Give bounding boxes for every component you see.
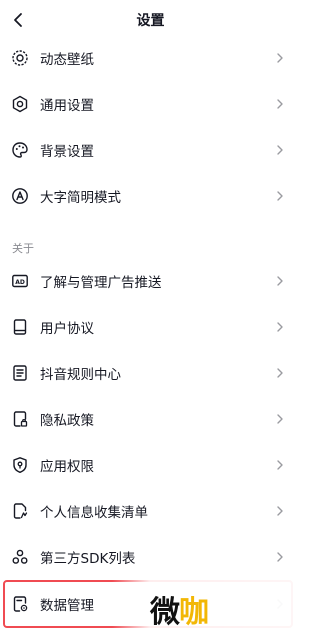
chevron-right-icon <box>273 412 287 426</box>
watermark-logo: 微咖 <box>150 587 209 631</box>
setting-label: 应用权限 <box>40 459 94 475</box>
data-manage-icon <box>11 595 29 613</box>
setting-general[interactable]: 通用设置 <box>0 81 301 127</box>
setting-label: 背景设置 <box>40 144 94 160</box>
setting-personal-info-list[interactable]: 个人信息收集清单 <box>0 488 301 534</box>
setting-label: 了解与管理广告推送 <box>40 275 162 291</box>
watermark-char-accent: 咖 <box>179 595 209 630</box>
info-doc-icon <box>11 502 29 520</box>
page-title: 设置 <box>136 13 165 29</box>
setting-label: 个人信息收集清单 <box>40 505 148 521</box>
top-bar: 设置 <box>0 0 301 40</box>
chevron-right-icon <box>273 366 287 380</box>
rules-doc-icon <box>11 364 29 382</box>
setting-label: 用户协议 <box>40 321 94 337</box>
setting-label: 抖音规则中心 <box>40 367 121 383</box>
sdk-icon <box>11 548 29 566</box>
setting-label: 数据管理 <box>40 598 94 614</box>
chevron-right-icon <box>273 550 287 564</box>
ad-icon: AD <box>11 272 29 290</box>
setting-background[interactable]: 背景设置 <box>0 127 301 173</box>
setting-label: 通用设置 <box>40 98 94 114</box>
book-icon <box>11 318 29 336</box>
setting-rules-center[interactable]: 抖音规则中心 <box>0 350 301 396</box>
setting-privacy-policy[interactable]: 隐私政策 <box>0 396 301 442</box>
setting-label: 隐私政策 <box>40 413 94 429</box>
setting-label: 大字简明模式 <box>40 190 121 206</box>
setting-app-permissions[interactable]: 应用权限 <box>0 442 301 488</box>
chevron-right-icon <box>273 189 287 203</box>
svg-text:AD: AD <box>15 279 25 286</box>
setting-large-font-mode[interactable]: 大字简明模式 <box>0 173 301 219</box>
watermark-char-main: 微 <box>150 595 180 630</box>
setting-label: 动态壁纸 <box>40 52 94 68</box>
chevron-right-icon <box>273 143 287 157</box>
privacy-doc-icon <box>11 410 29 428</box>
chevron-right-icon <box>273 504 287 518</box>
setting-live-wallpaper[interactable]: 动态壁纸 <box>0 35 301 81</box>
shield-icon <box>11 456 29 474</box>
large-font-icon <box>11 187 29 205</box>
palette-icon <box>11 141 29 159</box>
gear-icon <box>11 95 29 113</box>
setting-label: 第三方SDK列表 <box>40 551 136 567</box>
chevron-right-icon <box>273 458 287 472</box>
section-title-about: 关于 <box>12 242 34 255</box>
chevron-right-icon <box>273 320 287 334</box>
setting-user-agreement[interactable]: 用户协议 <box>0 304 301 350</box>
chevron-right-icon <box>273 51 287 65</box>
chevron-right-icon <box>273 274 287 288</box>
setting-ad-management[interactable]: AD 了解与管理广告推送 <box>0 258 301 304</box>
setting-third-party-sdk[interactable]: 第三方SDK列表 <box>0 534 301 580</box>
chevron-right-icon <box>273 97 287 111</box>
live-wallpaper-icon <box>11 49 29 67</box>
